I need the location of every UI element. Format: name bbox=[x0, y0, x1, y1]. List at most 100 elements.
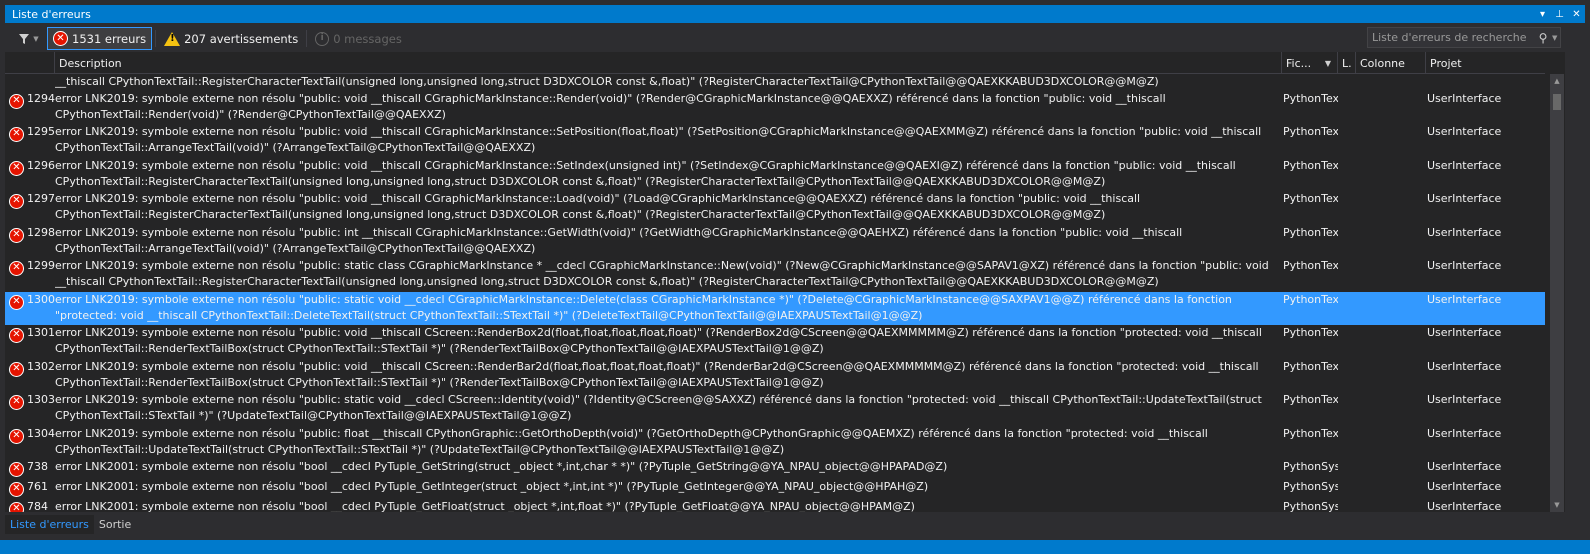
panel-title: Liste d'erreurs bbox=[12, 7, 91, 21]
file-cell: PythonTex bbox=[1283, 226, 1338, 239]
file-cell: PythonTex bbox=[1283, 360, 1338, 373]
table-row[interactable]: ✕ 1300 error LNK2019: symbole externe non … bbox=[5, 292, 1545, 325]
filter-icon bbox=[19, 33, 30, 44]
description-cell: error LNK2019: symbole externe non résol… bbox=[55, 393, 1262, 422]
table-row[interactable]: __thiscall CPythonTextTail::RegisterChar… bbox=[5, 74, 1545, 91]
panel-titlebar[interactable]: Liste d'erreurs ▾ ⊥ ✕ bbox=[5, 5, 1585, 23]
file-cell: PythonSys bbox=[1283, 460, 1338, 473]
project-cell: UserInterface bbox=[1427, 500, 1502, 512]
sort-chevron-icon: ▼ bbox=[1324, 58, 1331, 68]
error-code-cell: 1297 bbox=[27, 192, 55, 205]
search-options-chevron-icon[interactable]: ▼ bbox=[1552, 34, 1560, 42]
description-cell: error LNK2019: symbole externe non résol… bbox=[55, 226, 1183, 255]
file-cell: PythonSys bbox=[1283, 500, 1338, 512]
filter-button[interactable]: ▼ bbox=[11, 28, 47, 50]
vertical-scrollbar[interactable]: ▲ ▼ bbox=[1550, 74, 1564, 512]
table-row[interactable]: ✕ 761 error LNK2001: symbole externe non r… bbox=[5, 479, 1545, 499]
table-row[interactable]: ✕ 1302 error LNK2019: symbole externe non … bbox=[5, 359, 1545, 392]
status-bar bbox=[0, 540, 1590, 554]
grid-header: Description Fic... ▼ L. Colonne Projet bbox=[5, 52, 1545, 74]
scroll-up-icon[interactable]: ▲ bbox=[1550, 74, 1564, 88]
row-icon-cell: ✕ bbox=[9, 479, 27, 497]
row-icon-cell: ✕ bbox=[9, 158, 27, 176]
error-icon: ✕ bbox=[9, 394, 24, 410]
error-list-toolbar: ▼ ✕ 1531 erreurs ! 207 avertissements i … bbox=[5, 25, 1585, 52]
project-cell: UserInterface bbox=[1427, 360, 1502, 373]
table-row[interactable]: ✕ 1303 error LNK2019: symbole externe non … bbox=[5, 392, 1545, 426]
description-cell: error LNK2019: symbole externe non résol… bbox=[55, 326, 1262, 355]
panel-title-buttons: ▾ ⊥ ✕ bbox=[1534, 5, 1585, 23]
bottom-tabs: Liste d'erreurs Sortie bbox=[5, 513, 1585, 534]
error-icon: ✕ bbox=[53, 31, 68, 46]
warnings-toggle-button[interactable]: ! 207 avertissements bbox=[159, 27, 303, 50]
table-row[interactable]: ✕ 1301 error LNK2019: symbole externe non … bbox=[5, 325, 1545, 359]
errors-toggle-button[interactable]: ✕ 1531 erreurs bbox=[47, 27, 153, 50]
project-cell: UserInterface bbox=[1427, 293, 1502, 306]
row-icon-cell: ✕ bbox=[9, 459, 27, 477]
file-cell: PythonTex bbox=[1283, 326, 1338, 339]
row-icon-cell: ✕ bbox=[9, 359, 27, 377]
tab-error-list[interactable]: Liste d'erreurs bbox=[5, 515, 94, 534]
table-row[interactable]: ✕ 1295 error LNK2019: symbole externe non … bbox=[5, 124, 1545, 158]
column-header-column[interactable]: Colonne bbox=[1356, 52, 1426, 74]
description-cell: error LNK2019: symbole externe non résol… bbox=[55, 259, 1269, 288]
table-row[interactable]: ✕ 1297 error LNK2019: symbole externe non … bbox=[5, 191, 1545, 225]
row-icon-cell: ✕ bbox=[9, 225, 27, 243]
scroll-down-icon[interactable]: ▼ bbox=[1550, 498, 1564, 512]
error-icon: ✕ bbox=[9, 193, 24, 209]
search-icon[interactable]: ⚲ bbox=[1534, 31, 1552, 45]
column-header-icon[interactable] bbox=[5, 52, 55, 74]
row-icon-cell: ✕ bbox=[9, 426, 27, 444]
error-code-cell: 1303 bbox=[27, 393, 55, 406]
error-code-cell: 1304 bbox=[27, 427, 55, 440]
description-cell: __thiscall CPythonTextTail::RegisterChar… bbox=[55, 75, 1159, 88]
dropdown-icon[interactable]: ▾ bbox=[1534, 5, 1551, 23]
error-icon: ✕ bbox=[9, 481, 24, 497]
project-cell: UserInterface bbox=[1427, 125, 1502, 138]
error-code-cell: 1295 bbox=[27, 125, 55, 138]
error-code-cell: 1301 bbox=[27, 326, 55, 339]
table-row[interactable]: ✕ 1299 error LNK2019: symbole externe non … bbox=[5, 258, 1545, 292]
tab-output[interactable]: Sortie bbox=[94, 515, 136, 534]
project-cell: UserInterface bbox=[1427, 159, 1502, 172]
description-cell: error LNK2001: symbole externe non résol… bbox=[55, 460, 948, 473]
table-row[interactable]: ✕ 1296 error LNK2019: symbole externe non … bbox=[5, 158, 1545, 191]
description-cell: error LNK2019: symbole externe non résol… bbox=[55, 293, 1232, 322]
error-icon: ✕ bbox=[9, 227, 24, 243]
error-list-window: Liste d'erreurs ▾ ⊥ ✕ ▼ ✕ 1531 erreurs !… bbox=[0, 0, 1590, 554]
search-placeholder: Liste d'erreurs de recherche bbox=[1372, 31, 1527, 44]
close-icon[interactable]: ✕ bbox=[1568, 5, 1585, 23]
column-header-project-label: Projet bbox=[1430, 56, 1462, 70]
description-cell: error LNK2019: symbole externe non résol… bbox=[55, 192, 1141, 221]
warning-icon: ! bbox=[164, 31, 181, 46]
description-cell: error LNK2019: symbole externe non résol… bbox=[55, 92, 1166, 121]
project-cell: UserInterface bbox=[1427, 226, 1502, 239]
table-row[interactable]: ✕ 1304 error LNK2019: symbole externe non … bbox=[5, 426, 1545, 459]
error-icon: ✕ bbox=[9, 160, 24, 176]
table-row[interactable]: ✕ 784 error LNK2001: symbole externe non r… bbox=[5, 499, 1545, 512]
column-header-description-label: Description bbox=[59, 56, 122, 70]
table-row[interactable]: ✕ 1298 error LNK2019: symbole externe non … bbox=[5, 225, 1545, 258]
column-header-file[interactable]: Fic... ▼ bbox=[1282, 52, 1338, 74]
messages-toggle-button[interactable]: i 0 messages bbox=[310, 27, 407, 50]
scrollbar-thumb[interactable] bbox=[1553, 94, 1561, 110]
row-icon-cell: ✕ bbox=[9, 392, 27, 410]
column-header-column-label: Colonne bbox=[1360, 56, 1405, 70]
file-cell: PythonTex bbox=[1283, 393, 1338, 406]
project-cell: UserInterface bbox=[1427, 427, 1502, 440]
table-row[interactable]: ✕ 1294 error LNK2019: symbole externe non … bbox=[5, 91, 1545, 124]
row-icon-cell: ✕ bbox=[9, 258, 27, 276]
column-header-project[interactable]: Projet bbox=[1426, 52, 1545, 74]
error-code-cell: 784 bbox=[27, 500, 48, 512]
table-row[interactable]: ✕ 738 error LNK2001: symbole externe non r… bbox=[5, 459, 1545, 479]
project-cell: UserInterface bbox=[1427, 460, 1502, 473]
row-icon-cell bbox=[9, 74, 27, 75]
row-icon-cell: ✕ bbox=[9, 191, 27, 209]
column-header-line-label: L. bbox=[1342, 56, 1352, 70]
toolbar-separator bbox=[155, 30, 157, 47]
pin-icon[interactable]: ⊥ bbox=[1551, 5, 1568, 23]
column-header-description[interactable]: Description bbox=[55, 52, 1282, 74]
search-input[interactable]: Liste d'erreurs de recherche ⚲ ▼ bbox=[1367, 27, 1561, 48]
column-header-line[interactable]: L. bbox=[1338, 52, 1356, 74]
toolbar-separator bbox=[306, 30, 308, 47]
